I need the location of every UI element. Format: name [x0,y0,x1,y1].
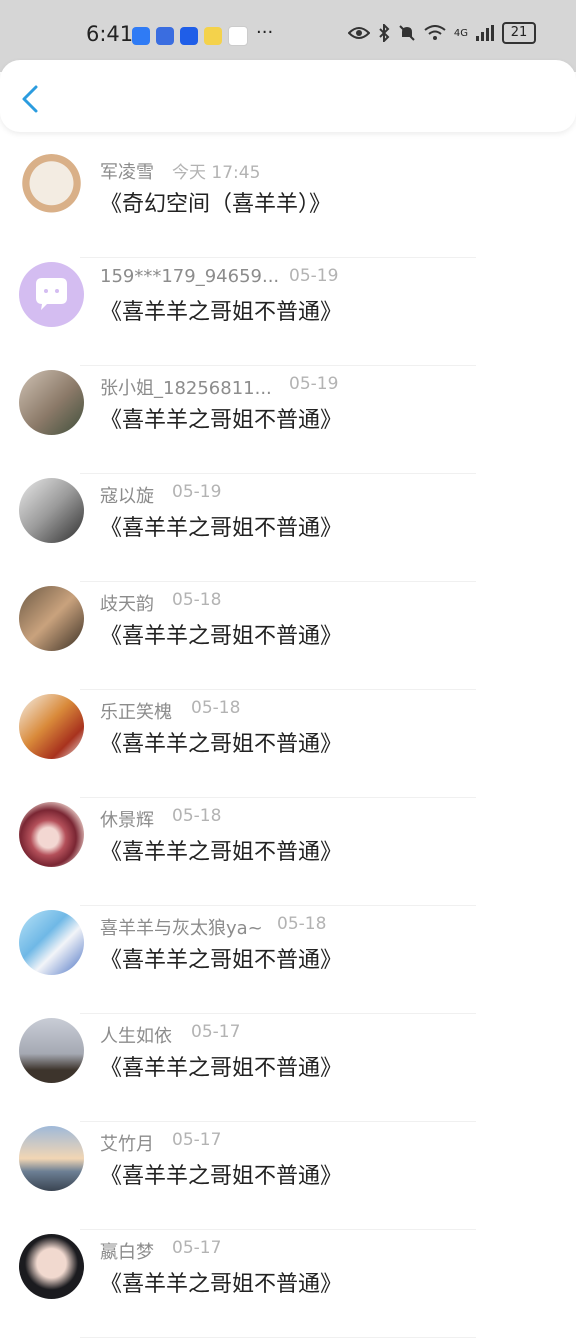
more-notifications-icon: ··· [256,22,274,43]
message-date: 05-18 [191,698,241,718]
cloud-app-icon [132,27,150,45]
sender-name: 嬴白梦 [100,1242,154,1263]
message-row[interactable]: 159***179_94659... 05-19 《喜羊羊之哥姐不普通》 [0,258,576,366]
sender-name: 159***179_94659... [100,266,280,287]
message-text: 《奇幻空间（喜羊羊）》 [100,192,332,217]
sender-name: 寇以旋 [100,486,154,507]
browser-app-icon [156,27,174,45]
message-date: 05-17 [172,1238,222,1258]
message-text: 《喜羊羊之哥姐不普通》 [100,300,343,325]
message-list: 军凌雪 今天 17:45 《奇幻空间（喜羊羊）》 159***179_94659… [0,150,576,1338]
message-date: 05-18 [172,806,222,826]
message-date: 05-18 [277,914,327,934]
message-text: 《喜羊羊之哥姐不普通》 [100,516,343,541]
avatar[interactable] [19,1018,84,1083]
avatar[interactable] [19,478,84,543]
avatar[interactable] [19,154,84,219]
message-date: 05-19 [172,482,222,502]
avatar[interactable] [19,586,84,651]
message-text: 《喜羊羊之哥姐不普通》 [100,1272,343,1297]
message-date: 05-19 [289,266,339,286]
message-date: 05-18 [172,590,222,610]
chat-bubble-icon [36,278,67,310]
notification-icons [132,26,248,46]
message-text: 《喜羊羊之哥姐不普通》 [100,840,343,865]
message-text: 《喜羊羊之哥姐不普通》 [100,948,343,973]
battery-level: 21 [502,22,536,44]
message-row[interactable]: 人生如依 05-17 《喜羊羊之哥姐不普通》 [0,1014,576,1122]
network-type: 4G [453,27,468,39]
message-row[interactable]: 嬴白梦 05-17 《喜羊羊之哥姐不普通》 [0,1230,576,1338]
sender-name: 喜羊羊与灰太狼ya~ [100,918,263,939]
sender-name: 军凌雪 [100,162,154,183]
eye-icon [347,27,370,39]
status-time: 6:41 [86,22,134,46]
message-text: 《喜羊羊之哥姐不普通》 [100,1164,343,1189]
sender-name: 休景辉 [100,810,154,831]
message-row[interactable]: 张小姐_18256811... 05-19 《喜羊羊之哥姐不普通》 [0,366,576,474]
message-text: 《喜羊羊之哥姐不普通》 [100,732,343,757]
wifi-icon [424,25,446,40]
signal-icon [476,25,494,41]
sender-name: 艾竹月 [100,1134,154,1155]
top-nav-bar [0,60,576,132]
sender-name: 歧天韵 [100,594,154,615]
message-row[interactable]: 寇以旋 05-19 《喜羊羊之哥姐不普通》 [0,474,576,582]
avatar[interactable] [19,910,84,975]
bulb-app-icon [180,27,198,45]
message-date: 05-19 [289,374,339,394]
message-text: 《喜羊羊之哥姐不普通》 [100,408,343,433]
sun-app-icon [204,27,222,45]
message-row[interactable]: 乐正笑槐 05-18 《喜羊羊之哥姐不普通》 [0,690,576,798]
sender-name: 乐正笑槐 [100,702,172,723]
avatar[interactable] [19,1234,84,1299]
bluetooth-icon [379,24,390,42]
avatar[interactable] [19,262,84,327]
back-arrow-icon[interactable] [18,84,44,114]
avatar[interactable] [19,802,84,867]
message-row[interactable]: 歧天韵 05-18 《喜羊羊之哥姐不普通》 [0,582,576,690]
message-row[interactable]: 艾竹月 05-17 《喜羊羊之哥姐不普通》 [0,1122,576,1230]
avatar[interactable] [19,370,84,435]
message-date: 05-17 [172,1130,222,1150]
message-row[interactable]: 喜羊羊与灰太狼ya~ 05-18 《喜羊羊之哥姐不普通》 [0,906,576,1014]
message-text: 《喜羊羊之哥姐不普通》 [100,1056,343,1081]
message-date: 05-17 [191,1022,241,1042]
bell-off-icon [399,25,415,41]
avatar[interactable] [19,694,84,759]
sender-name: 人生如依 [100,1026,172,1047]
avatar[interactable] [19,1126,84,1191]
sender-name: 张小姐_18256811... [100,378,272,399]
status-right: 4G 21 [347,22,536,44]
message-row[interactable]: 军凌雪 今天 17:45 《奇幻空间（喜羊羊）》 [0,150,576,258]
message-text: 《喜羊羊之哥姐不普通》 [100,624,343,649]
message-date: 今天 17:45 [172,163,261,183]
penguin-app-icon [228,26,248,46]
message-row[interactable]: 休景辉 05-18 《喜羊羊之哥姐不普通》 [0,798,576,906]
